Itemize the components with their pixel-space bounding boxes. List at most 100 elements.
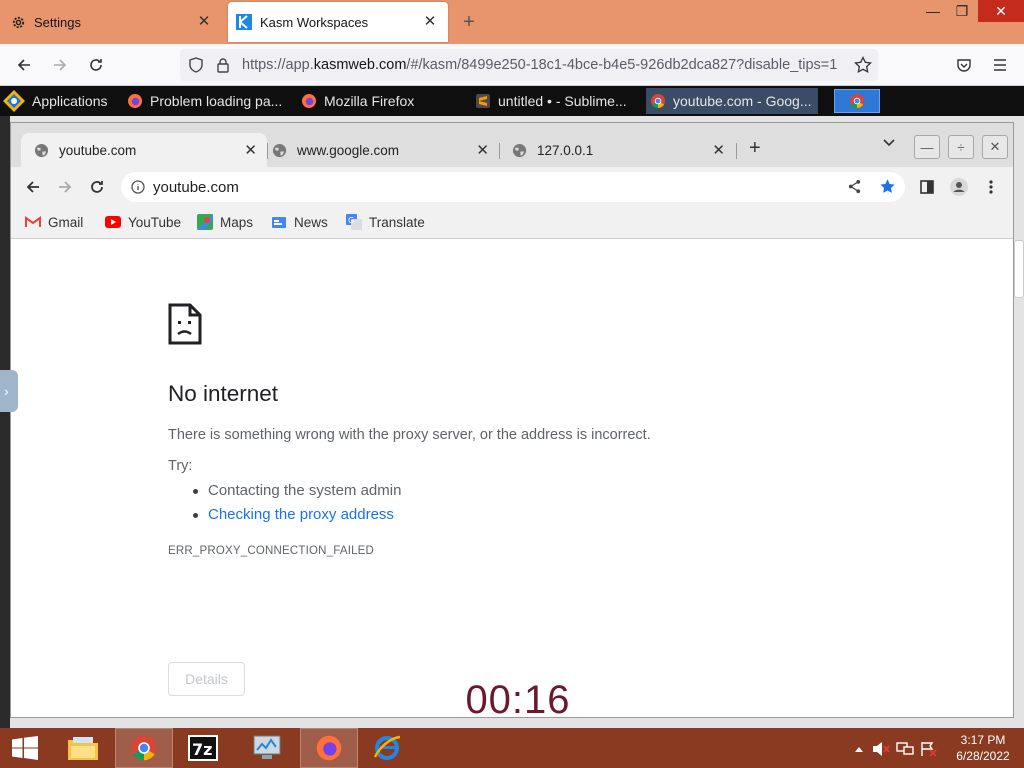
windows-logo-icon [12, 736, 38, 760]
kasm-logo-icon [236, 14, 252, 30]
network-icon[interactable] [896, 740, 914, 758]
omnibox-text: youtube.com [153, 178, 239, 196]
bookmark-news[interactable]: News [271, 207, 328, 237]
action-center-flag-icon[interactable] [920, 740, 938, 758]
share-icon[interactable] [847, 179, 862, 194]
panel-window-sublime[interactable]: untitled • - Sublime... [474, 86, 640, 116]
chrome-icon [130, 734, 158, 762]
error-code: ERR_PROXY_CONNECTION_FAILED [168, 545, 375, 557]
globe-icon [271, 142, 287, 158]
close-tab-icon[interactable]: ✕ [196, 14, 212, 30]
close-tab-icon[interactable]: ✕ [712, 141, 725, 159]
clock[interactable]: 3:17 PM 6/28/2022 [947, 732, 1019, 764]
reload-icon[interactable] [83, 173, 111, 201]
profile-avatar-icon[interactable] [945, 173, 973, 201]
svg-text:G: G [348, 216, 354, 225]
chrome-tab-youtube[interactable]: youtube.com ✕ [21, 133, 267, 167]
gear-icon [10, 14, 26, 30]
panel-window-youtube-chrome[interactable]: youtube.com - Goog... [646, 88, 818, 114]
try-label: Try: [168, 458, 193, 474]
start-button[interactable] [0, 728, 50, 768]
chrome-tab-label: www.google.com [297, 142, 400, 158]
bookmark-maps[interactable]: Maps [197, 207, 253, 237]
pocket-icon[interactable] [950, 51, 978, 79]
speaker-muted-icon[interactable] [872, 740, 890, 758]
sidebar-expand-handle[interactable]: › [0, 370, 18, 412]
error-message: There is something wrong with the proxy … [168, 427, 651, 443]
suggestions-list: Contacting the system admin Checking the… [191, 479, 401, 527]
tab-search-chevron-icon[interactable] [883, 139, 895, 147]
side-panel-icon[interactable] [913, 173, 941, 201]
error-title: No internet [168, 381, 279, 406]
bookmark-star-filled-icon[interactable] [879, 178, 896, 195]
forward-arrow-icon[interactable] [51, 173, 79, 201]
bookmark-star-icon[interactable] [849, 51, 877, 79]
hamburger-menu-icon[interactable] [986, 51, 1014, 79]
panel-window-problem-loading[interactable]: Problem loading pa... [126, 86, 292, 116]
info-icon[interactable] [131, 180, 145, 194]
new-tab-button[interactable]: + [749, 137, 761, 160]
applications-menu[interactable]: Applications [2, 86, 118, 116]
back-arrow-icon[interactable] [19, 173, 47, 201]
host-navigation-bar: https://app.kasmweb.com/#/kasm/8499e250-… [0, 44, 1024, 86]
lock-icon[interactable] [216, 57, 230, 73]
show-hidden-icons-chevron[interactable] [850, 740, 868, 758]
internet-explorer-icon [372, 733, 402, 763]
host-tab-settings[interactable]: Settings ✕ [0, 0, 222, 44]
news-icon [271, 214, 287, 230]
check-proxy-link[interactable]: Checking the proxy address [191, 503, 401, 527]
panel-window-label: youtube.com - Goog... [673, 93, 812, 109]
folder-icon [67, 734, 99, 762]
taskbar-file-explorer[interactable] [54, 728, 112, 768]
kebab-menu-icon[interactable] [977, 173, 1005, 201]
shield-icon[interactable] [188, 57, 204, 73]
close-tab-icon[interactable]: ✕ [422, 14, 438, 30]
remote-scrollbar-handle[interactable] [1014, 240, 1024, 298]
applications-logo-icon [2, 89, 26, 113]
taskbar-internet-explorer[interactable] [358, 728, 416, 768]
back-arrow-icon[interactable] [10, 51, 38, 79]
host-tab-label: Kasm Workspaces [260, 14, 369, 30]
close-tab-icon[interactable]: ✕ [244, 141, 257, 159]
bookmark-gmail[interactable]: Gmail [25, 207, 83, 237]
panel-chrome-launcher[interactable] [834, 89, 880, 113]
tab-separator [736, 143, 737, 159]
new-tab-button[interactable]: + [458, 12, 480, 32]
taskbar-resource-monitor[interactable] [238, 728, 296, 768]
close-window-icon[interactable]: ✕ [978, 0, 1024, 22]
restore-icon[interactable]: ❐ [947, 0, 977, 22]
close-window-icon[interactable]: ✕ [982, 135, 1008, 159]
reload-icon[interactable] [82, 51, 110, 79]
chrome-tab-localhost[interactable]: 127.0.0.1 ✕ [499, 133, 735, 167]
details-button[interactable]: Details [168, 662, 245, 696]
chrome-tab-google[interactable]: www.google.com ✕ [259, 133, 499, 167]
maximize-icon[interactable]: ÷ [948, 135, 974, 159]
bookmark-youtube[interactable]: YouTube [105, 207, 181, 237]
translate-icon: G [346, 214, 362, 230]
suggestion-item: Contacting the system admin [191, 479, 401, 503]
minimize-icon[interactable]: — [914, 135, 940, 159]
host-tab-kasm[interactable]: Kasm Workspaces ✕ [228, 2, 448, 42]
panel-window-label: Mozilla Firefox [324, 93, 415, 109]
globe-icon [33, 142, 49, 158]
bookmark-label: News [294, 214, 328, 230]
applications-label: Applications [32, 93, 108, 109]
remote-desktop-edge [0, 116, 10, 728]
firefox-icon [315, 734, 343, 762]
host-url-bar[interactable]: https://app.kasmweb.com/#/kasm/8499e250-… [180, 49, 878, 81]
host-tab-bar: Settings ✕ Kasm Workspaces ✕ + — ❐ ✕ [0, 0, 1024, 44]
taskbar-7zip[interactable]: 7z [174, 728, 232, 768]
bookmark-translate[interactable]: G Translate [346, 207, 425, 237]
taskbar-firefox[interactable] [300, 728, 358, 768]
panel-window-mozilla-firefox[interactable]: Mozilla Firefox [300, 86, 460, 116]
bookmark-label: Translate [369, 214, 425, 230]
clock-date: 6/28/2022 [956, 749, 1010, 763]
taskbar-chrome[interactable] [115, 728, 173, 768]
firefox-icon [126, 92, 144, 110]
chrome-icon [649, 92, 667, 110]
minimize-icon[interactable]: — [918, 0, 948, 22]
chrome-omnibox[interactable]: youtube.com [121, 172, 905, 202]
chrome-tab-strip: youtube.com ✕ www.google.com ✕ 127.0.0.1… [11, 123, 1013, 167]
forward-arrow-icon[interactable] [46, 51, 74, 79]
close-tab-icon[interactable]: ✕ [476, 141, 489, 159]
